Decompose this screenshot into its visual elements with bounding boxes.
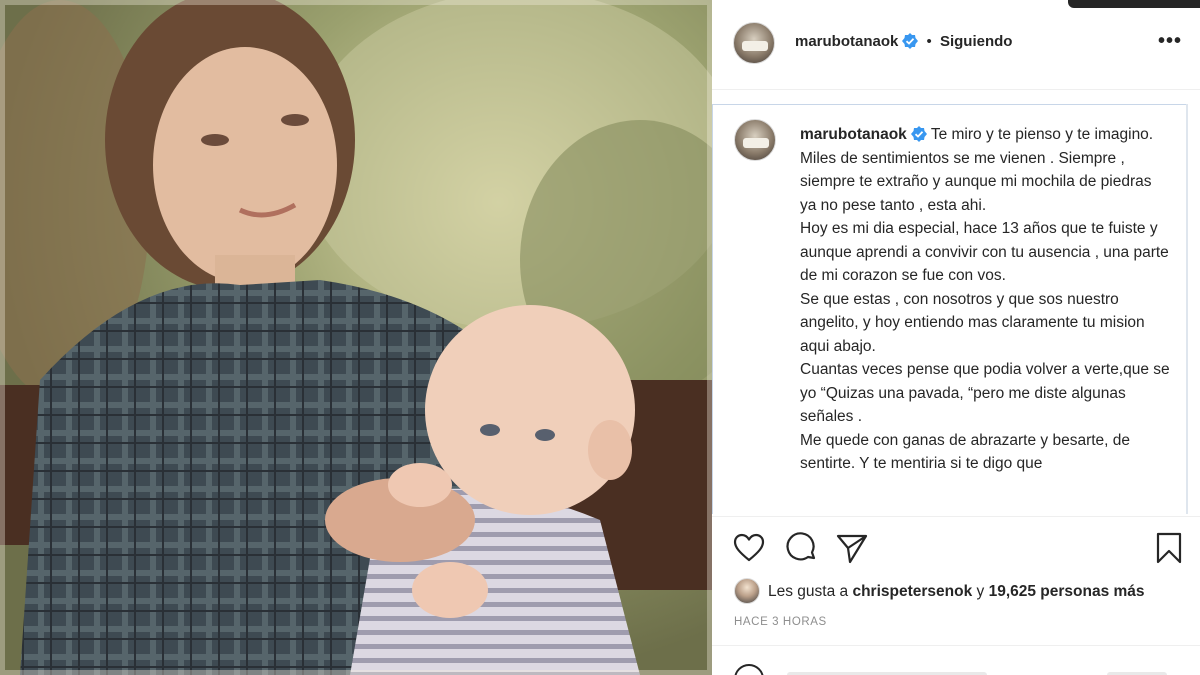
caption-paragraph-4: Cuantas veces pense que podia volver a v… bbox=[800, 361, 1170, 425]
verified-badge-icon bbox=[902, 33, 919, 49]
caption-username[interactable]: marubotanaok bbox=[800, 126, 907, 143]
comment-button[interactable] bbox=[784, 531, 818, 565]
caption-author-avatar[interactable] bbox=[734, 119, 776, 161]
heart-icon bbox=[733, 533, 765, 562]
caption-scrollbar[interactable] bbox=[1186, 104, 1188, 514]
likes-prefix: Les gusta a bbox=[768, 583, 853, 600]
liker-avatar bbox=[734, 578, 760, 604]
likes-count[interactable]: 19,625 personas más bbox=[989, 583, 1145, 600]
author-username[interactable]: marubotanaok bbox=[795, 33, 898, 50]
author-line: marubotanaok • Siguiendo bbox=[795, 33, 1012, 50]
caption-paragraph-2: Hoy es mi dia especial, hace 13 años que… bbox=[800, 220, 1169, 284]
post-actions bbox=[712, 516, 1200, 578]
comment-icon bbox=[786, 532, 816, 561]
emoji-icon[interactable] bbox=[734, 664, 764, 675]
add-comment-bar bbox=[712, 645, 1200, 675]
likes-connector: y bbox=[972, 583, 989, 600]
share-button[interactable] bbox=[835, 531, 869, 565]
liker-username[interactable]: chrispetersenok bbox=[852, 583, 972, 600]
caption-paragraph-3: Se que estas , con nosotros y que sos nu… bbox=[800, 290, 1145, 355]
verified-badge-icon bbox=[910, 126, 927, 142]
caption-paragraph: marubotanaok Te miro y te pienso y te im… bbox=[800, 123, 1172, 217]
post-photo[interactable] bbox=[0, 0, 712, 675]
paper-plane-icon bbox=[836, 534, 868, 564]
save-button[interactable] bbox=[1152, 531, 1186, 565]
like-button[interactable] bbox=[732, 531, 766, 565]
bookmark-icon bbox=[1156, 532, 1182, 564]
following-button[interactable]: Siguiendo bbox=[940, 33, 1013, 50]
more-options-icon[interactable]: ••• bbox=[1158, 30, 1182, 53]
author-avatar[interactable] bbox=[733, 22, 775, 64]
caption-scroll-area[interactable]: marubotanaok Te miro y te pienso y te im… bbox=[712, 104, 1186, 514]
post-timestamp[interactable]: HACE 3 HORAS bbox=[734, 616, 827, 628]
post-photo-illustration bbox=[0, 0, 712, 675]
post-side-panel: marubotanaok • Siguiendo ••• marubotanao… bbox=[712, 0, 1200, 675]
post-header: marubotanaok • Siguiendo ••• bbox=[712, 0, 1200, 90]
likes-summary[interactable]: Les gusta a chrispetersenok y 19,625 per… bbox=[734, 578, 1145, 604]
separator-dot: • bbox=[926, 33, 932, 50]
caption-paragraph-5: Me quede con ganas de abrazarte y besart… bbox=[800, 431, 1131, 473]
caption-text: marubotanaok Te miro y te pienso y te im… bbox=[800, 123, 1172, 476]
